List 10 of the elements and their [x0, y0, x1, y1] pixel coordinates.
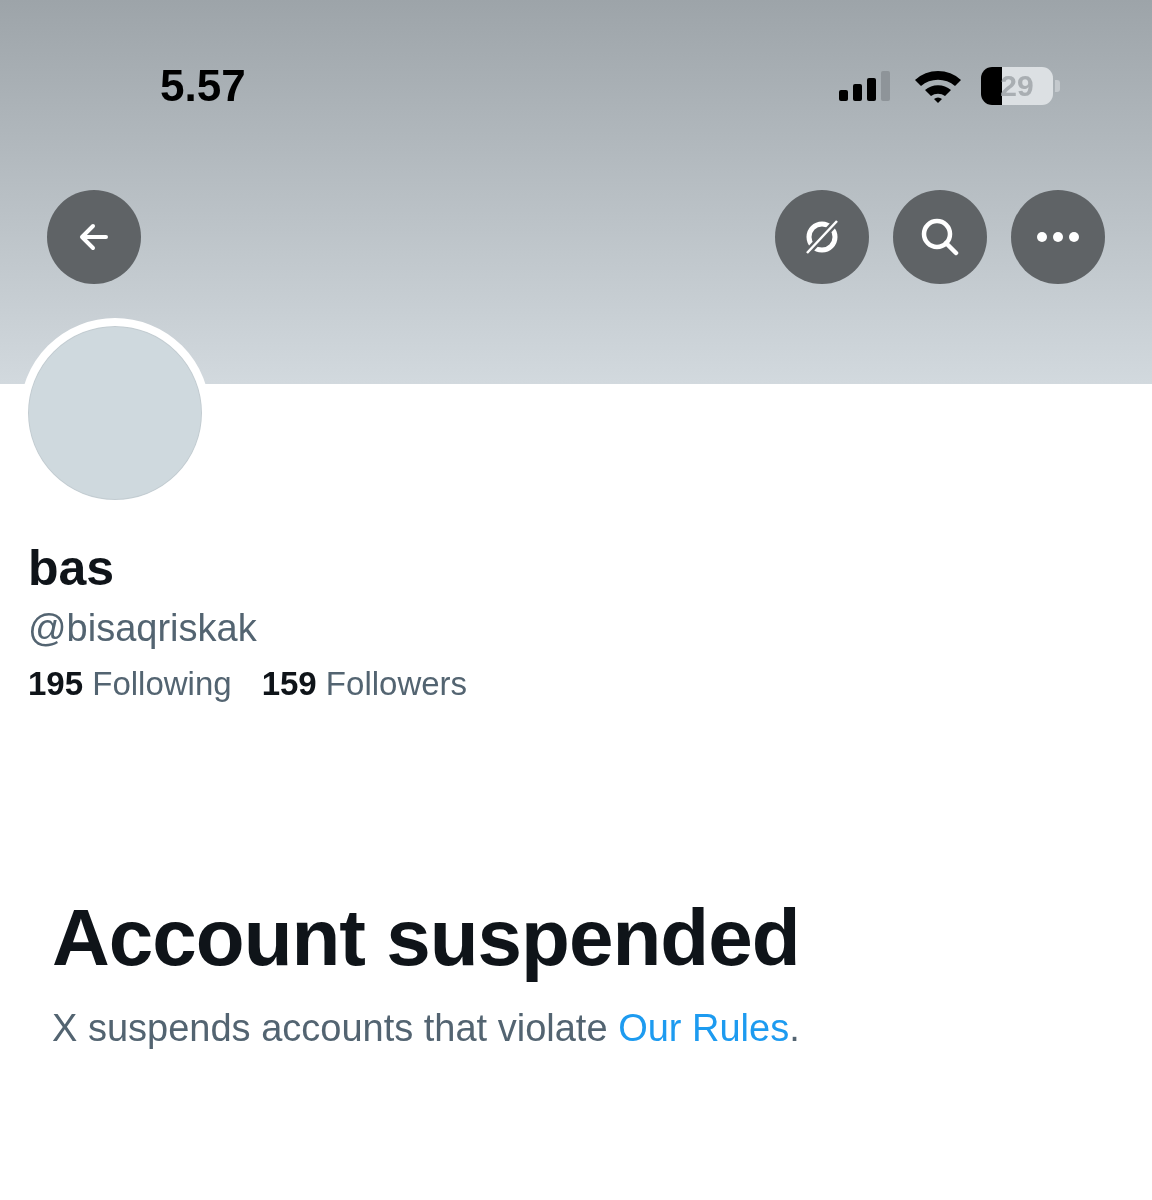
username: @bisaqriskak [28, 606, 258, 651]
display-name: bas [28, 539, 115, 598]
battery-terminal [1055, 80, 1060, 92]
follow-count-link[interactable]: 159 Followers [261, 662, 468, 706]
more-icon [1036, 231, 1080, 243]
wifi-icon [913, 68, 963, 104]
status-time: 5.57 [160, 61, 246, 111]
follow-count-link[interactable]: 195 Following [28, 662, 232, 706]
suspended-title: Account suspended [52, 892, 801, 984]
suspension-message: X suspends accounts that violate Our Rules. [52, 1006, 801, 1051]
